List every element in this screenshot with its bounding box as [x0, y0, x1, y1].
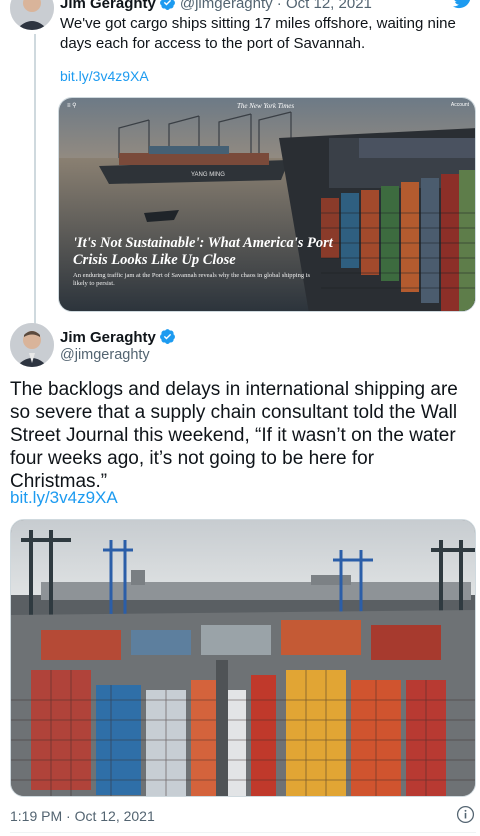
author-name[interactable]: Jim Geraghty [60, 329, 156, 346]
ship-name: YANG MING [191, 172, 225, 178]
author-name[interactable]: Jim Geraghty [60, 0, 156, 12]
tweet-date[interactable]: Oct 12, 2021 [286, 0, 372, 12]
author-handle[interactable]: @jimgeraghty [180, 0, 273, 12]
thread-connector-line [34, 34, 36, 326]
quoted-tweet-link[interactable]: bit.ly/3v4z9XA [60, 68, 149, 84]
divider [10, 832, 476, 833]
author-handle[interactable]: @jimgeraghty [60, 347, 150, 363]
publication-logo: The New York Times [237, 102, 295, 110]
verified-badge-icon [159, 0, 175, 10]
main-tweet-header: Jim Geraghty [60, 328, 180, 346]
tweet-media-image[interactable] [10, 519, 476, 797]
twitter-bird-icon[interactable] [452, 0, 474, 10]
container-port-photo [11, 520, 475, 796]
avatar[interactable] [10, 0, 54, 30]
card-headline: 'It's Not Sustainable': What America's P… [73, 235, 333, 268]
card-summary: An enduring traffic jam at the Port of S… [73, 272, 311, 287]
avatar[interactable] [10, 323, 54, 367]
menu-icon: ≡ ⚲ [67, 103, 77, 109]
quoted-tweet-header: Jim Geraghty @jimgeraghty · Oct 12, 2021 [60, 0, 372, 12]
info-icon[interactable] [456, 805, 475, 824]
separator-dot: · [272, 0, 286, 12]
main-tweet-link[interactable]: bit.ly/3v4z9XA [10, 488, 118, 508]
link-preview-card[interactable]: YANG MING ≡ ⚲ The New York Times Account… [58, 97, 476, 312]
main-tweet-text: The backlogs and delays in international… [10, 379, 458, 492]
account-label: Account [450, 102, 469, 108]
tweet-timestamp[interactable]: 1:19 PM · Oct 12, 2021 [10, 808, 155, 824]
quoted-tweet-text: We've got cargo ships sitting 17 miles o… [60, 15, 456, 52]
verified-badge-icon [159, 329, 175, 344]
